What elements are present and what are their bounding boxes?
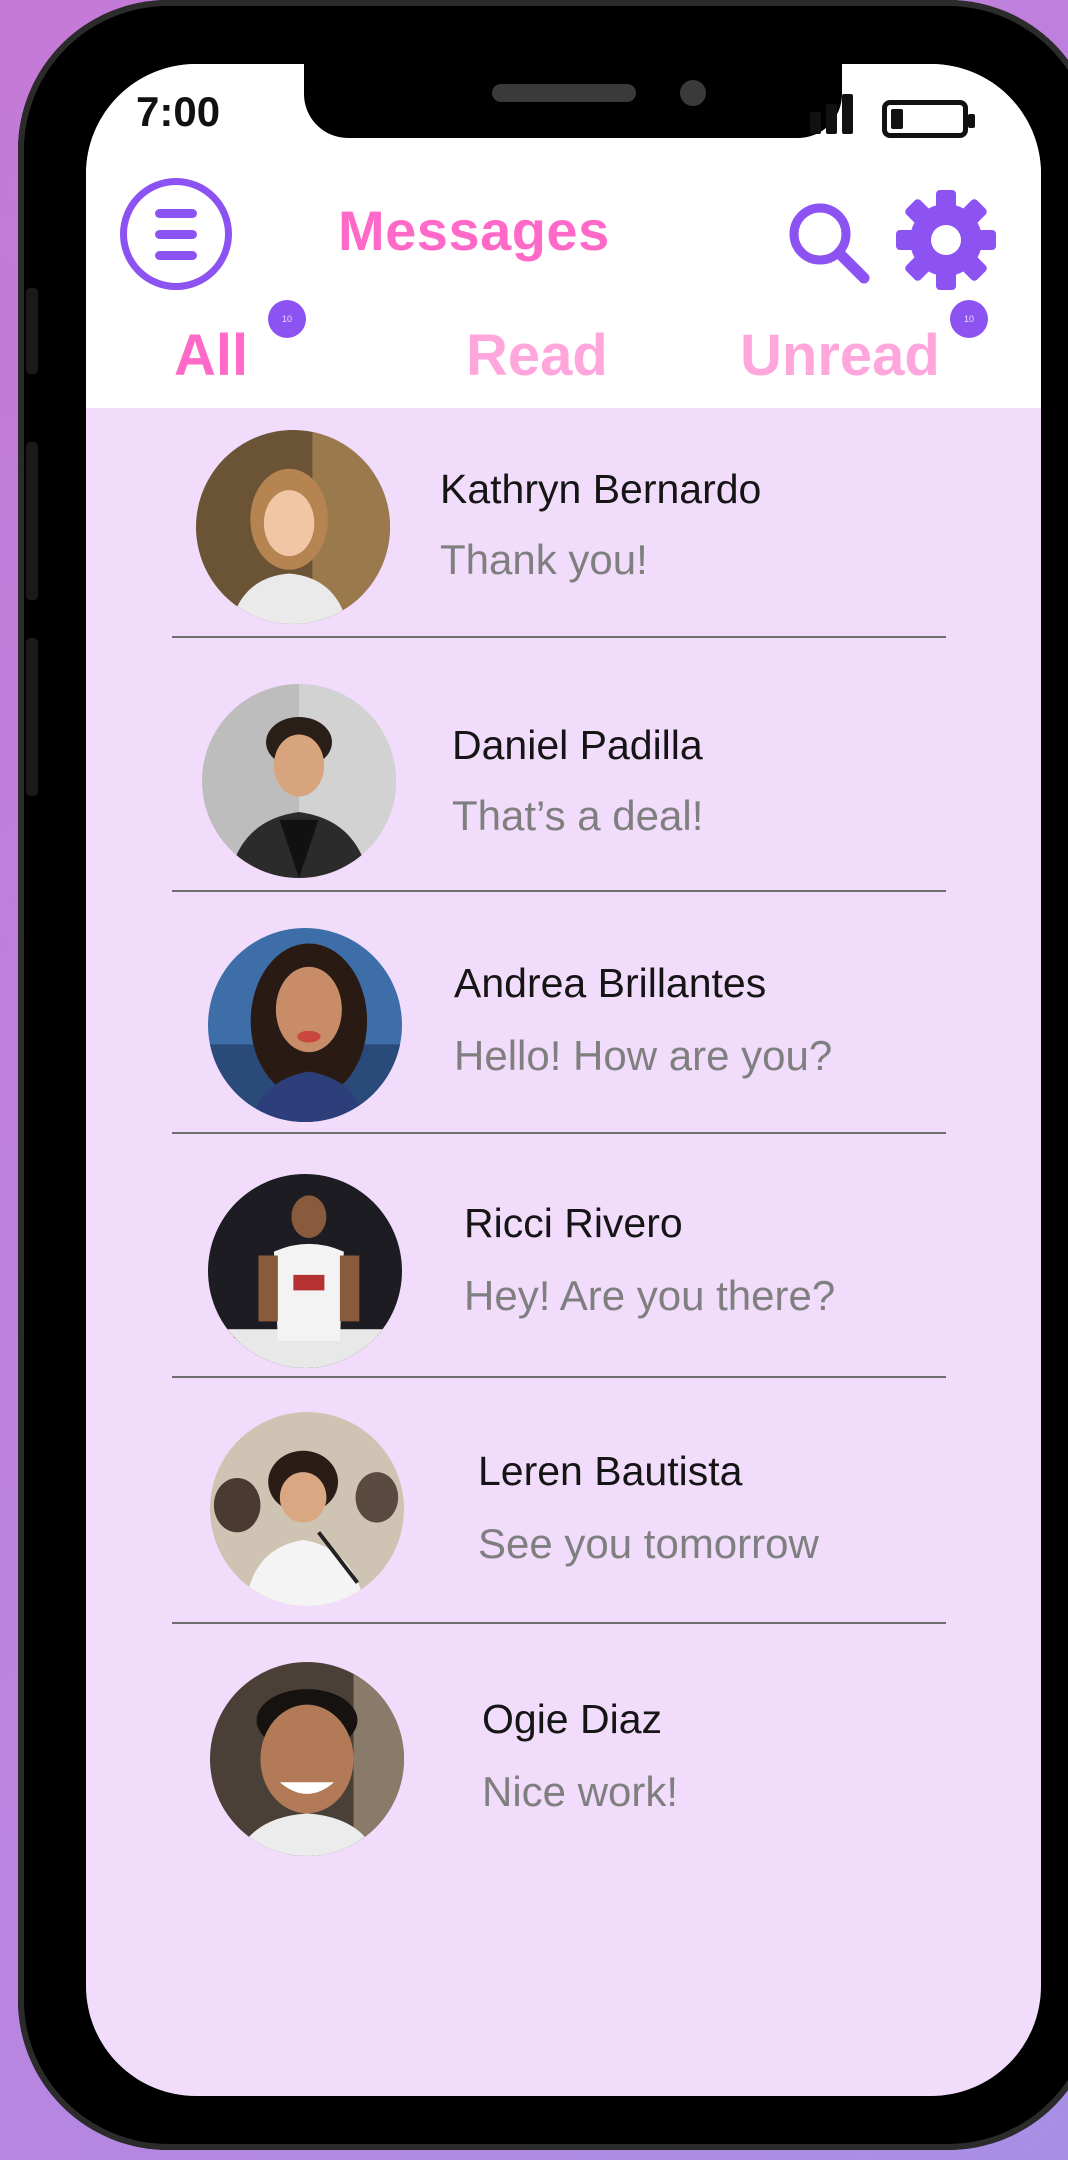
conversation-item[interactable]: Daniel Padilla That’s a deal! bbox=[86, 660, 1041, 906]
conversation-item[interactable]: Andrea Brillantes Hello! How are you? bbox=[86, 912, 1041, 1158]
message-preview: Nice work! bbox=[482, 1768, 679, 1815]
speaker bbox=[492, 84, 636, 102]
phone-frame: 7:00 Messages All 10 Read Unread 10 Kath… bbox=[18, 0, 1068, 2150]
contact-name: Leren Bautista bbox=[478, 1448, 743, 1494]
message-preview: Hey! Are you there? bbox=[464, 1272, 836, 1319]
conversation-item[interactable]: Ogie Diaz Nice work! bbox=[86, 1646, 1041, 1892]
contact-name: Ricci Rivero bbox=[464, 1200, 683, 1246]
front-camera bbox=[680, 80, 706, 106]
contact-name: Daniel Padilla bbox=[452, 722, 703, 768]
signal-icon bbox=[802, 94, 866, 134]
notch bbox=[304, 64, 842, 138]
divider bbox=[172, 636, 946, 638]
gear-icon[interactable] bbox=[894, 188, 998, 292]
divider bbox=[172, 1376, 946, 1378]
divider bbox=[172, 890, 946, 892]
avatar bbox=[196, 430, 390, 624]
conversation-item[interactable]: Ricci Rivero Hey! Are you there? bbox=[86, 1154, 1041, 1400]
conversation-item[interactable]: Leren Bautista See you tomorrow bbox=[86, 1400, 1041, 1646]
message-preview: That’s a deal! bbox=[452, 792, 704, 839]
tab-all[interactable]: All bbox=[174, 322, 248, 389]
avatar bbox=[208, 1174, 402, 1368]
hamburger-menu-icon[interactable] bbox=[120, 178, 232, 290]
message-preview: Thank you! bbox=[440, 536, 648, 583]
screen: 7:00 Messages All 10 Read Unread 10 Kath… bbox=[86, 64, 1041, 2096]
avatar bbox=[210, 1662, 404, 1856]
avatar bbox=[210, 1412, 404, 1606]
status-time: 7:00 bbox=[136, 88, 221, 135]
contact-name: Ogie Diaz bbox=[482, 1696, 663, 1742]
top-bar: 7:00 Messages All 10 Read Unread 10 bbox=[86, 64, 1041, 408]
contact-name: Andrea Brillantes bbox=[454, 960, 767, 1006]
conversation-item[interactable]: Kathryn Bernardo Thank you! bbox=[86, 408, 1041, 654]
contact-name: Kathryn Bernardo bbox=[440, 466, 762, 512]
avatar bbox=[202, 684, 396, 878]
tab-unread[interactable]: Unread bbox=[740, 322, 940, 389]
volume-up-button bbox=[26, 442, 38, 600]
battery-icon bbox=[882, 100, 975, 138]
message-preview: Hello! How are you? bbox=[454, 1032, 833, 1079]
page-title: Messages bbox=[338, 199, 610, 262]
mute-switch bbox=[26, 288, 38, 374]
divider bbox=[172, 1132, 946, 1134]
avatar bbox=[208, 928, 402, 1122]
tab-unread-badge: 10 bbox=[950, 300, 988, 338]
search-icon[interactable] bbox=[782, 196, 874, 288]
divider bbox=[172, 1622, 946, 1624]
tab-all-badge: 10 bbox=[268, 300, 306, 338]
volume-down-button bbox=[26, 638, 38, 796]
tab-read[interactable]: Read bbox=[466, 322, 608, 389]
message-preview: See you tomorrow bbox=[478, 1520, 819, 1567]
